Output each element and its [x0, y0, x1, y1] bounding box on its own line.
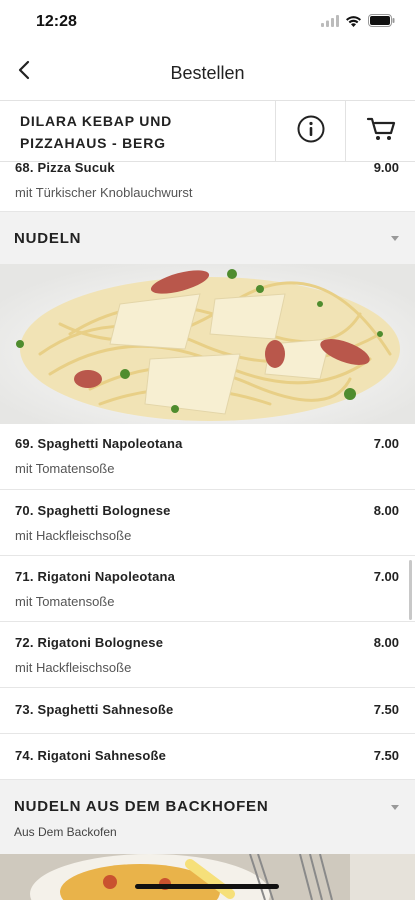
status-bar: 12:28	[0, 0, 415, 44]
menu-item-name: 71. Rigatoni Napoleotana	[15, 569, 176, 584]
menu-item-description: mit Hackfleischsoße	[15, 528, 132, 543]
menu-item-name: 72. Rigatoni Bolognese	[15, 635, 164, 650]
menu-item-name: 73. Spaghetti Sahnesoße	[15, 702, 174, 717]
cart-button[interactable]	[345, 101, 415, 161]
signal-icon	[321, 14, 339, 32]
home-indicator[interactable]	[135, 884, 279, 889]
info-icon	[296, 114, 326, 149]
chevron-down-icon	[391, 236, 399, 241]
menu-item-74[interactable]: 74. Rigatoni Sahnesoße 7.50	[0, 734, 415, 780]
menu-item-description: mit Tomatensoße	[15, 461, 115, 476]
restaurant-name: DILARA KEBAP UND PIZZAHAUS - BERG	[20, 110, 270, 154]
category-nudeln-backofen[interactable]: NUDELN AUS DEM BACKHOFEN Aus Dem Backofe…	[0, 780, 415, 854]
category-banner-image	[0, 854, 415, 900]
category-nudeln[interactable]: NUDELN	[0, 212, 415, 264]
menu-item-69[interactable]: 69. Spaghetti Napoleotana 7.00 mit Tomat…	[0, 424, 415, 490]
category-subtitle: Aus Dem Backofen	[14, 825, 117, 839]
menu-item-name: 74. Rigatoni Sahnesoße	[15, 748, 167, 763]
restaurant-info-button[interactable]	[275, 101, 345, 161]
cart-icon	[366, 116, 396, 147]
restaurant-name-line1: DILARA KEBAP UND	[20, 113, 173, 129]
restaurant-header: DILARA KEBAP UND PIZZAHAUS - BERG	[0, 100, 415, 162]
menu-item-name: 68. Pizza Sucuk	[15, 160, 115, 175]
menu-item-description: mit Hackfleischsoße	[15, 660, 132, 675]
menu-item-73[interactable]: 73. Spaghetti Sahnesoße 7.50	[0, 688, 415, 734]
menu-item-price: 9.00	[373, 160, 399, 175]
baked-pasta-illustration	[0, 854, 415, 900]
category-title: NUDELN	[14, 230, 82, 247]
menu-item-price: 7.50	[373, 748, 399, 763]
page-title: Bestellen	[170, 63, 245, 83]
scrollbar[interactable]	[409, 560, 412, 620]
menu-item-71[interactable]: 71. Rigatoni Napoleotana 7.00 mit Tomate…	[0, 556, 415, 622]
menu-item-72[interactable]: 72. Rigatoni Bolognese 8.00 mit Hackflei…	[0, 622, 415, 688]
menu-item-price: 8.00	[373, 503, 399, 518]
menu-item-price: 8.00	[373, 635, 399, 650]
wifi-icon	[345, 14, 362, 32]
menu-item-description: mit Türkischer Knoblauchwurst	[15, 185, 193, 200]
menu-item-name: 70. Spaghetti Bolognese	[15, 503, 171, 518]
menu-item-name: 69. Spaghetti Napoleotana	[15, 436, 183, 451]
category-title: NUDELN AUS DEM BACKHOFEN	[14, 798, 269, 815]
battery-icon	[368, 14, 395, 32]
menu-item-price: 7.50	[373, 702, 399, 717]
status-icons	[321, 14, 395, 32]
restaurant-name-line2: PIZZAHAUS - BERG	[20, 135, 166, 151]
menu-item-description: mit Tomatensoße	[15, 594, 115, 609]
menu-item-70[interactable]: 70. Spaghetti Bolognese 8.00 mit Hackfle…	[0, 490, 415, 556]
menu-item-price: 7.00	[373, 569, 399, 584]
category-banner-image	[0, 264, 415, 424]
menu-item-68[interactable]: 68. Pizza Sucuk 9.00 mit Türkischer Knob…	[0, 160, 415, 212]
menu-item-price: 7.00	[373, 436, 399, 451]
status-time: 12:28	[36, 13, 77, 30]
pasta-dish-illustration	[0, 264, 415, 424]
chevron-down-icon	[391, 805, 399, 810]
navigation-bar: Bestellen	[0, 48, 415, 98]
